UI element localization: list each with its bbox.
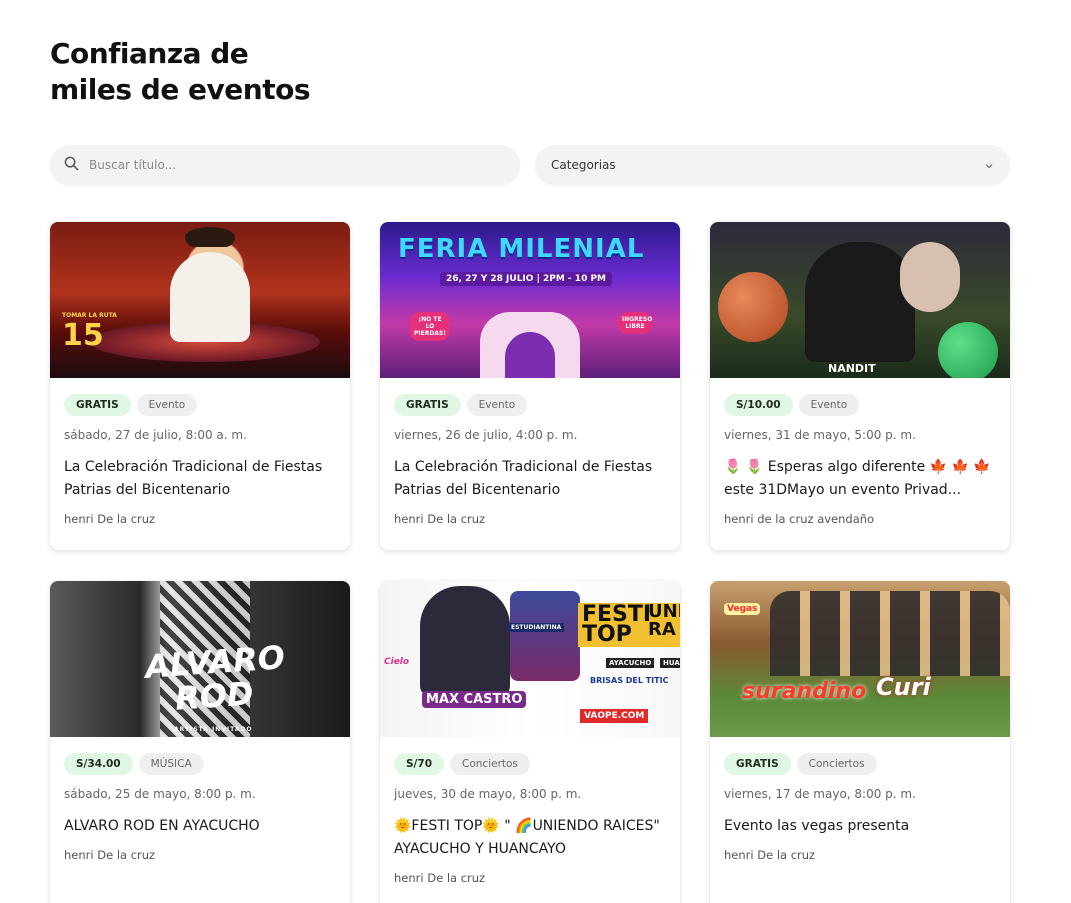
image-caption: ROD — [173, 674, 255, 718]
image-caption: surandino — [742, 679, 867, 704]
image-caption: Curi — [876, 673, 931, 701]
event-author: henri De la cruz — [64, 512, 156, 526]
price-badge: GRATIS — [724, 753, 791, 775]
price-badge: S/10.00 — [724, 394, 793, 416]
event-author: henri de la cruz avendaño — [724, 512, 875, 526]
event-title[interactable]: ALVARO ROD EN AYACUCHO — [64, 815, 336, 838]
event-image: NANDIT — [710, 222, 1010, 378]
event-card[interactable]: NANDIT S/10.00 Evento viernes, 31 de may… — [710, 222, 1010, 550]
category-badge: Evento — [136, 394, 198, 416]
event-date: viernes, 17 de mayo, 8:00 p. m. — [724, 787, 916, 801]
image-caption: INGRESO LIBRE — [618, 312, 652, 334]
category-badge: Conciertos — [796, 753, 877, 775]
event-author: henri De la cruz — [394, 512, 486, 526]
event-author: henri De la cruz — [394, 871, 486, 885]
price-badge: S/34.00 — [64, 753, 133, 775]
search-input[interactable] — [89, 158, 489, 172]
event-card[interactable]: surandino Curi Vegas GRATIS Conciertos v… — [710, 581, 1010, 903]
category-select[interactable]: Categorias — [535, 145, 1010, 185]
event-date: viernes, 31 de mayo, 5:00 p. m. — [724, 428, 916, 442]
event-card[interactable]: FERIA MILENIAL 26, 27 Y 28 JULIO | 2PM -… — [380, 222, 680, 550]
category-badge: Evento — [798, 394, 860, 416]
event-image: FERIA MILENIAL 26, 27 Y 28 JULIO | 2PM -… — [380, 222, 680, 378]
event-card[interactable]: FESTI TOP UNI RA AYACUCHO HUA BRISAS DEL… — [380, 581, 680, 903]
event-image: ALVARO ROD ARTISTA INVITADO — [50, 581, 350, 737]
image-caption: ARTISTA INVITADO — [174, 726, 253, 733]
image-caption: MAX CASTRO — [422, 691, 527, 708]
event-card[interactable]: TOMAR LA RUTA 15 GRATIS Evento sábado, 2… — [50, 222, 350, 550]
category-badge: Evento — [466, 394, 528, 416]
event-card[interactable]: ALVARO ROD ARTISTA INVITADO S/34.00 MÚSI… — [50, 581, 350, 903]
event-title[interactable]: La Celebración Tradicional de Fiestas Pa… — [394, 456, 666, 502]
event-title[interactable]: La Celebración Tradicional de Fiestas Pa… — [64, 456, 336, 502]
price-badge: GRATIS — [394, 394, 461, 416]
search-icon — [64, 156, 79, 175]
event-image: FESTI TOP UNI RA AYACUCHO HUA BRISAS DEL… — [380, 581, 680, 737]
page-title: Confianza de miles de eventos — [50, 36, 311, 108]
event-title[interactable]: 🌞FESTI TOP🌞 " 🌈UNIENDO RAICES" AYACUCHO … — [394, 815, 666, 861]
category-badge: MÚSICA — [138, 753, 204, 775]
event-title[interactable]: Evento las vegas presenta — [724, 815, 996, 838]
category-select-label: Categorias — [551, 158, 616, 172]
price-badge: S/70 — [394, 753, 445, 775]
category-badge: Conciertos — [450, 753, 530, 775]
image-caption: NANDIT — [828, 362, 876, 375]
image-caption: Vegas — [724, 603, 761, 615]
chevron-down-icon — [984, 156, 994, 175]
event-image: TOMAR LA RUTA 15 — [50, 222, 350, 378]
image-caption: ESTUDIANTINA — [508, 623, 565, 632]
event-date: jueves, 30 de mayo, 8:00 p. m. — [394, 787, 582, 801]
image-caption: UNI RA — [648, 601, 680, 640]
event-date: viernes, 26 de julio, 4:00 p. m. — [394, 428, 578, 442]
page-title-line-1: Confianza de — [50, 37, 249, 70]
image-caption: VAOPE.COM — [580, 709, 649, 723]
event-date: sábado, 25 de mayo, 8:00 p. m. — [64, 787, 256, 801]
image-caption: FERIA MILENIAL — [398, 234, 645, 264]
price-badge: GRATIS — [64, 394, 131, 416]
event-date: sábado, 27 de julio, 8:00 a. m. — [64, 428, 247, 442]
image-caption: ¡NO TE LO PIERDAS! — [410, 312, 450, 341]
image-caption: BRISAS DEL TITIC — [590, 676, 669, 685]
image-caption: 26, 27 Y 28 JULIO | 2PM - 10 PM — [440, 272, 613, 286]
image-caption: 15 — [62, 318, 104, 353]
event-title[interactable]: 🌷 🌷 Esperas algo diferente 🍁 🍁 🍁 este 31… — [724, 456, 996, 502]
image-caption: AYACUCHO — [606, 658, 655, 668]
event-author: henri De la cruz — [64, 848, 156, 862]
image-caption: HUA — [660, 658, 680, 668]
image-caption: Cielo — [384, 657, 410, 667]
search-bar[interactable] — [50, 145, 520, 185]
event-image: surandino Curi Vegas — [710, 581, 1010, 737]
page-title-line-2: miles de eventos — [50, 73, 311, 106]
event-author: henri De la cruz — [724, 848, 816, 862]
